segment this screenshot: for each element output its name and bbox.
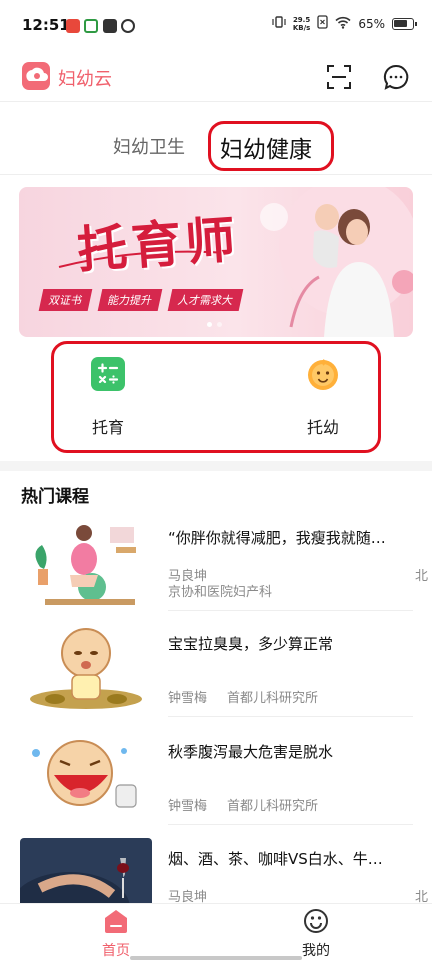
course-thumbnail (20, 731, 152, 827)
divider (168, 716, 413, 717)
course-thumbnail (20, 517, 152, 613)
course-item[interactable]: 宝宝拉臭臭，多少算正常 钟雪梅 首都儿科研究所 (0, 623, 432, 735)
course-org: 首都儿科研究所 (227, 799, 319, 814)
app-header: 妇幼云 (0, 52, 432, 102)
home-icon (103, 910, 129, 938)
divider (0, 174, 432, 175)
course-title: 宝宝拉臭臭，多少算正常 (168, 635, 334, 653)
highlight-ring (51, 341, 381, 453)
course-item[interactable]: “你胖你就得减肥，我瘦我就随… 马良坤 北 京协和医院妇产科 (0, 517, 432, 629)
carousel-dot (207, 322, 212, 327)
course-item[interactable]: 秋季腹泻最大危害是脱水 钟雪梅 首都儿科研究所 (0, 731, 432, 843)
nav-item-me[interactable]: 我的 (286, 908, 346, 960)
divider (168, 824, 413, 825)
bottom-nav: 首页 我的 (0, 903, 432, 964)
notification-app-icon (66, 19, 80, 33)
course-title: “你胖你就得减肥，我瘦我就随… (168, 529, 386, 547)
nav-item-home[interactable]: 首页 (86, 908, 146, 960)
notification-app-icon (84, 19, 98, 33)
status-time: 12:51 (22, 16, 70, 34)
network-speed: 29.5 KB/s (292, 15, 311, 32)
banner-tag: 人才需求大 (167, 289, 244, 311)
course-author: 钟雪梅 (168, 691, 208, 706)
course-org: 首都儿科研究所 (227, 691, 319, 706)
course-thumbnail (20, 623, 152, 719)
banner-tag: 能力提升 (97, 289, 163, 311)
notification-app-icon (103, 19, 117, 33)
tab-maternal-hygiene[interactable]: 妇幼卫生 (113, 133, 185, 159)
sim-off-icon (317, 15, 328, 32)
section-separator (0, 461, 432, 471)
battery-percent: 65% (358, 16, 385, 31)
carousel-indicator (207, 322, 222, 327)
gesture-bar (130, 956, 302, 960)
status-bar: 12:51 29.5 KB/s 65% (0, 0, 432, 52)
course-overflow-text: 北 (415, 569, 429, 584)
section-title: 热门课程 (21, 487, 89, 507)
message-icon[interactable] (382, 63, 410, 91)
vibrate-icon (272, 15, 286, 32)
promo-banner[interactable]: 托育师 双证书 能力提升 人才需求大 (19, 187, 413, 337)
divider (168, 610, 413, 611)
course-author: 钟雪梅 (168, 799, 208, 814)
course-title: 秋季腹泻最大危害是脱水 (168, 743, 334, 761)
app-logo-icon (22, 62, 50, 90)
course-org: 京协和医院妇产科 (168, 585, 273, 600)
wifi-icon (335, 16, 351, 32)
carousel-dot (217, 322, 222, 327)
course-title: 烟、酒、茶、咖啡VS白水、牛… (168, 850, 383, 868)
banner-tags: 双证书 能力提升 人才需求大 (38, 289, 244, 311)
notification-app-icon (121, 19, 135, 33)
banner-tag: 双证书 (38, 289, 93, 311)
banner-title: 托育师 (75, 209, 242, 280)
highlight-ring (208, 121, 334, 171)
battery-icon (392, 17, 417, 30)
scan-icon[interactable] (326, 64, 352, 90)
app-title: 妇幼云 (58, 69, 112, 90)
smiley-icon (303, 909, 329, 938)
